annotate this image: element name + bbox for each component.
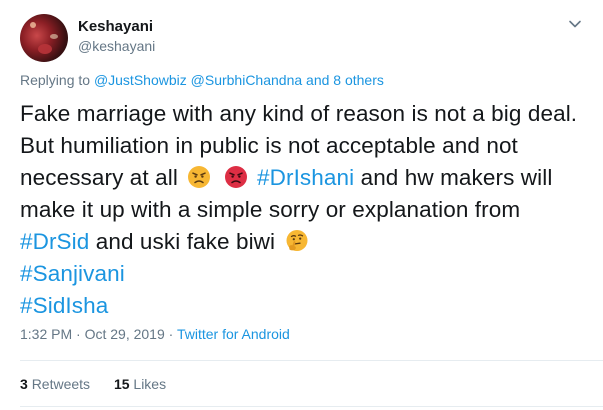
likes-count: 15 [113, 376, 130, 392]
retweets-count: 3 [20, 376, 28, 392]
user-display-name[interactable]: Keshayani [78, 18, 153, 35]
divider [20, 406, 603, 407]
likes-label: Likes [133, 376, 167, 392]
hashtag-link[interactable]: #DrSid [20, 229, 89, 254]
tweet-text: Fake marriage with any kind of reason is… [20, 98, 595, 322]
hashtag-link[interactable]: #DrIshani [257, 165, 354, 190]
meta-separator: · [168, 326, 174, 342]
tweet-metadata: 1:32 PM · Oct 29, 2019 · Twitter for And… [20, 326, 290, 342]
retweets-stat[interactable]: 3 Retweets [20, 376, 94, 392]
tweet-card: Keshayani @keshayani Replying to @JustSh… [0, 0, 603, 410]
tweet-line: Fake marriage with any kind of reason is… [20, 101, 578, 126]
hashtag-link[interactable]: #Sanjivani [20, 258, 595, 290]
hashtag-link[interactable]: #SidIsha [20, 290, 595, 322]
tweet-date[interactable]: Oct 29, 2019 [85, 326, 165, 342]
replying-to-label: Replying to [20, 72, 91, 88]
chevron-down-icon[interactable] [567, 16, 583, 32]
tweet-line: #DrSid and uski fake biwi [20, 226, 595, 258]
thinking-face-emoji-icon [285, 229, 309, 253]
reply-others-link[interactable]: and 8 others [306, 72, 384, 88]
pouting-face-emoji-icon [224, 165, 248, 189]
tweet-time[interactable]: 1:32 PM [20, 326, 72, 342]
tweet-line: necessary at all #DrIshani and hw makers… [20, 162, 595, 194]
tweet-text-segment: and hw makers will [360, 165, 553, 190]
meta-separator: · [76, 326, 81, 342]
tweet-text-segment: and uski fake biwi [95, 229, 276, 254]
angry-face-emoji-icon [187, 165, 211, 189]
avatar[interactable] [20, 14, 68, 62]
tweet-line: But humiliation in public is not accepta… [20, 133, 518, 158]
retweets-label: Retweets [31, 376, 91, 392]
tweet-line: make it up with a simple sorry or explan… [20, 197, 521, 222]
tweet-text-segment: necessary at all [20, 165, 178, 190]
tweet-source-link[interactable]: Twitter for Android [177, 326, 290, 342]
reply-mention-link[interactable]: @JustShowbiz [94, 72, 187, 88]
user-handle[interactable]: @keshayani [78, 38, 155, 54]
replying-to: Replying to @JustShowbiz @SurbhiChandna … [20, 72, 384, 88]
tweet-stats: 3 Retweets 15 Likes [20, 376, 186, 392]
divider [20, 360, 603, 361]
likes-stat[interactable]: 15 Likes [114, 376, 166, 392]
reply-mention-link[interactable]: @SurbhiChandna [191, 72, 303, 88]
